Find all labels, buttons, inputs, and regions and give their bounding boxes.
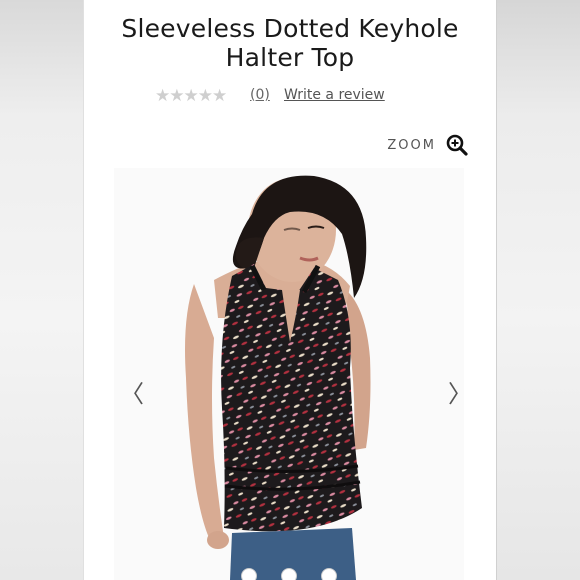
- carousel-dot[interactable]: [281, 568, 297, 580]
- carousel-dot[interactable]: [241, 568, 257, 580]
- next-image-arrow[interactable]: 〉: [448, 374, 472, 408]
- zoom-in-icon: [446, 134, 468, 156]
- rating-row: ★★★★★ (0) Write a review: [84, 86, 496, 106]
- review-count-link[interactable]: (0): [250, 87, 270, 103]
- carousel-dots: [114, 568, 464, 580]
- zoom-label: ZOOM: [387, 137, 436, 153]
- product-card: Sleeveless Dotted Keyhole Halter Top ★★★…: [84, 0, 496, 580]
- rating-stars[interactable]: ★★★★★: [155, 86, 227, 106]
- previous-image-arrow[interactable]: 〈: [120, 374, 144, 408]
- left-gutter: [0, 0, 84, 580]
- zoom-button[interactable]: ZOOM: [387, 134, 468, 156]
- carousel-dot[interactable]: [321, 568, 337, 580]
- right-gutter: [496, 0, 580, 580]
- product-image[interactable]: [114, 168, 464, 580]
- write-review-link[interactable]: Write a review: [284, 87, 385, 103]
- model-illustration: [185, 175, 371, 580]
- product-title: Sleeveless Dotted Keyhole Halter Top: [121, 14, 459, 72]
